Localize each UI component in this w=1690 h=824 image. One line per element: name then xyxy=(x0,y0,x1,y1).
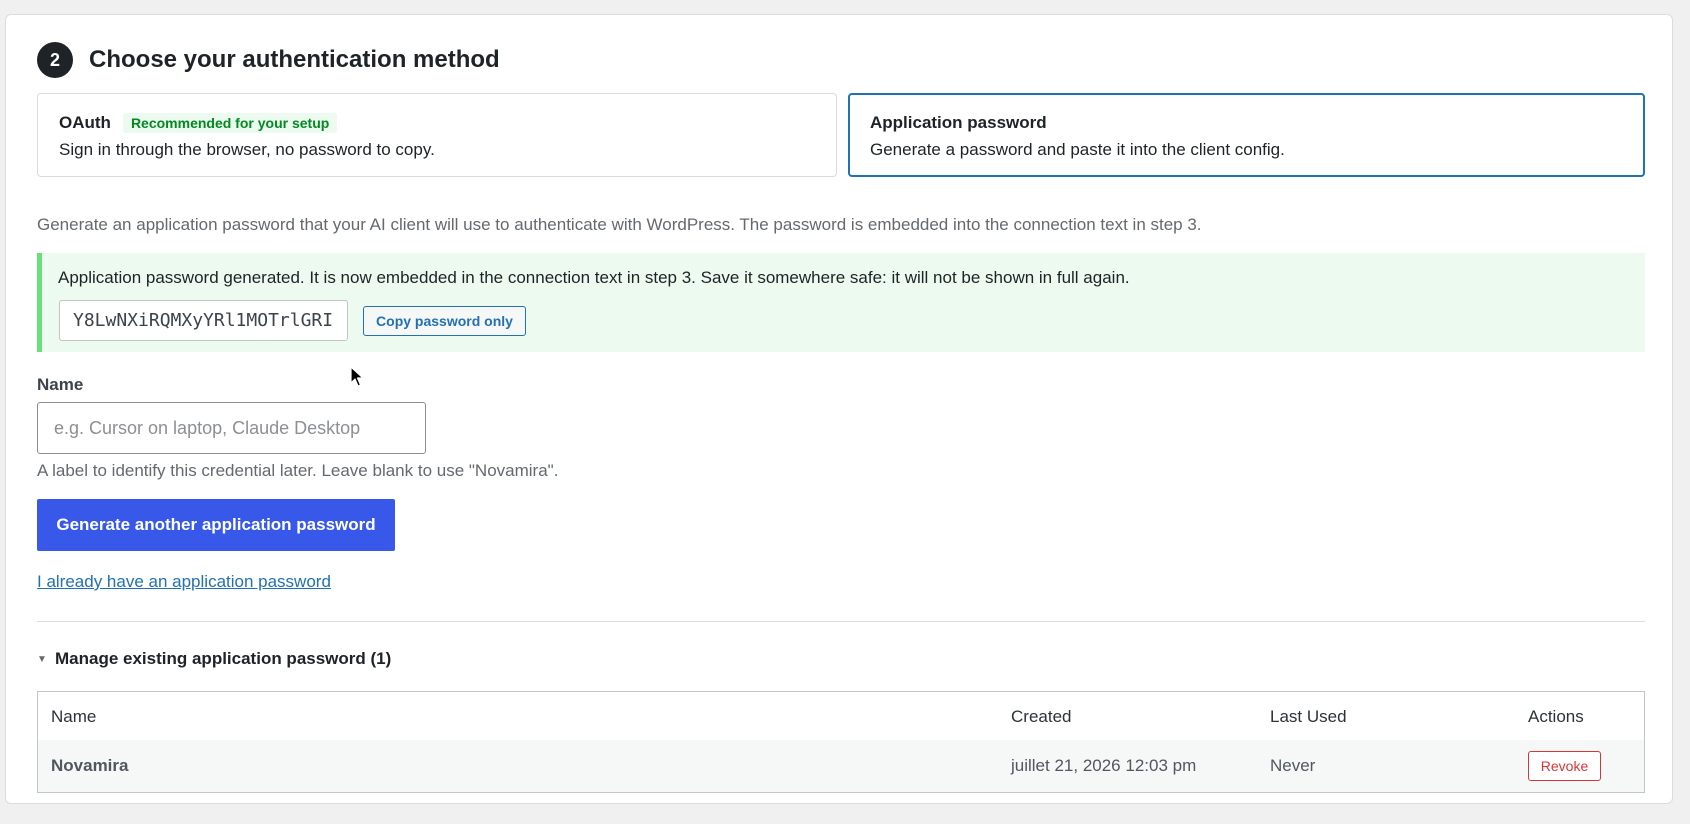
row-name: Novamira xyxy=(51,756,129,775)
table-row: Novamira juillet 21, 2026 12:03 pm Never… xyxy=(38,740,1644,792)
have-password-link[interactable]: I already have an application password xyxy=(37,572,331,592)
revoke-button[interactable]: Revoke xyxy=(1528,751,1601,781)
method-app-password-title: Application password xyxy=(870,113,1047,132)
recommended-badge: Recommended for your setup xyxy=(122,113,338,133)
notice-message: Application password generated. It is no… xyxy=(58,268,1130,287)
row-created: juillet 21, 2026 12:03 pm xyxy=(1011,756,1197,775)
method-app-password-description: Generate a password and paste it into th… xyxy=(870,140,1285,159)
manage-passwords-label: Manage existing application password (1) xyxy=(55,649,392,668)
section-divider xyxy=(37,621,1645,622)
generated-password-field[interactable]: Y8LwNXiRQMXyYRl1MOTrlGRI xyxy=(59,300,348,341)
column-header-last-used: Last Used xyxy=(1270,707,1347,726)
copy-password-button[interactable]: Copy password only xyxy=(363,306,526,336)
auth-method-card: 2 Choose your authentication method OAut… xyxy=(5,14,1673,804)
name-help-text: A label to identify this credential late… xyxy=(37,461,559,480)
column-header-created: Created xyxy=(1011,707,1072,726)
method-option-application-password[interactable]: Application password Generate a password… xyxy=(848,93,1645,177)
intro-text: Generate an application password that yo… xyxy=(37,215,1202,234)
table-header: Name Created Last Used Actions xyxy=(38,692,1644,741)
passwords-table: Name Created Last Used Actions Novamira … xyxy=(37,691,1645,793)
step-number-badge: 2 xyxy=(37,42,73,78)
name-label: Name xyxy=(37,375,84,394)
name-input[interactable] xyxy=(37,402,426,454)
mouse-pointer-icon xyxy=(350,366,364,393)
success-notice: Application password generated. It is no… xyxy=(37,253,1645,352)
column-header-name: Name xyxy=(51,707,97,726)
step-header: 2 Choose your authentication method xyxy=(37,42,500,78)
step-title: Choose your authentication method xyxy=(89,46,500,73)
method-oauth-description: Sign in through the browser, no password… xyxy=(59,140,435,159)
row-last-used: Never xyxy=(1270,756,1316,775)
caret-down-icon: ▼ xyxy=(37,653,47,665)
manage-passwords-toggle[interactable]: ▼ Manage existing application password (… xyxy=(37,649,391,669)
method-oauth-title: OAuth xyxy=(59,113,111,132)
method-option-oauth[interactable]: OAuth Recommended for your setup Sign in… xyxy=(37,93,837,177)
generate-password-button[interactable]: Generate another application password xyxy=(37,499,395,551)
column-header-actions: Actions xyxy=(1528,707,1584,726)
